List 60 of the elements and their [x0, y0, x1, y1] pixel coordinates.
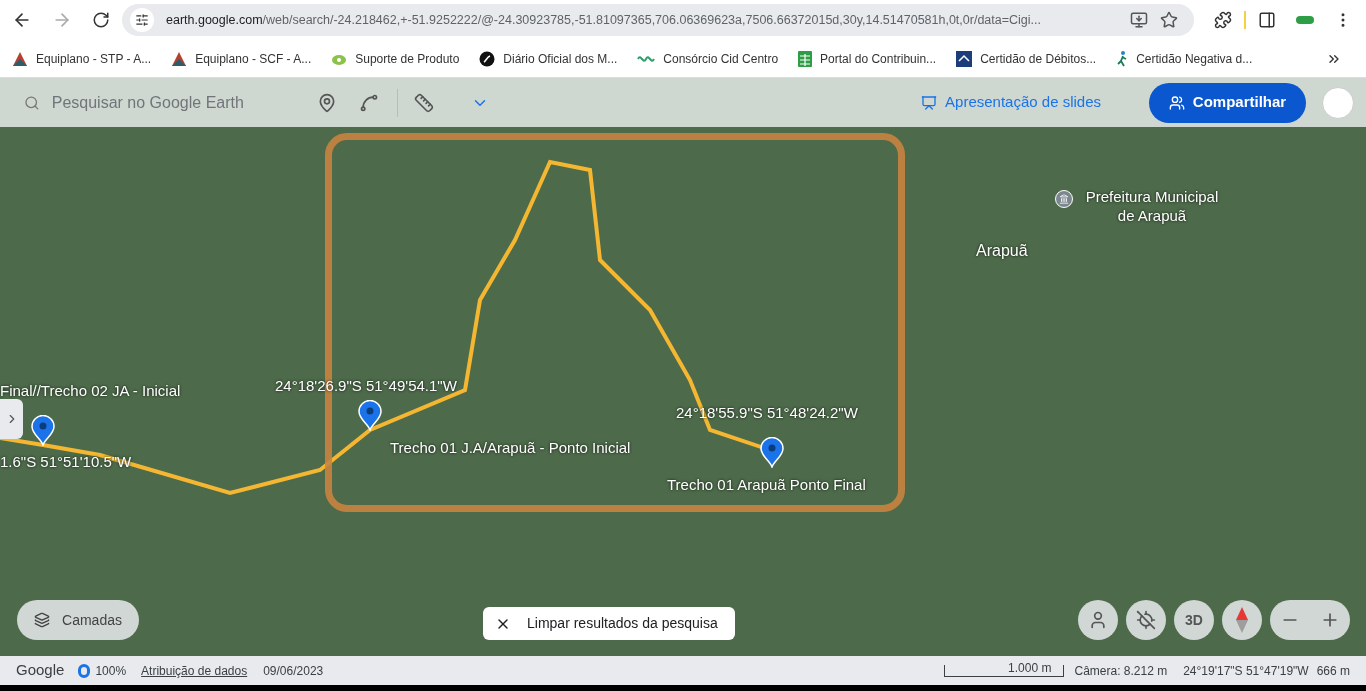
location-off-icon — [1136, 610, 1156, 630]
install-app-icon[interactable] — [1130, 11, 1148, 29]
ruler-icon[interactable] — [414, 92, 434, 113]
emblem-icon — [956, 50, 973, 67]
compass-needle-icon — [1236, 607, 1248, 633]
bookmark-star-icon[interactable] — [1160, 11, 1178, 29]
bookmark-item[interactable]: Portal do Contribuin... — [798, 49, 937, 68]
side-panel-icon[interactable] — [1258, 11, 1276, 29]
bookmark-item[interactable]: Certidão Negativa d... — [1116, 49, 1253, 68]
side-panel-toggle[interactable] — [0, 399, 23, 439]
landmark-pin-icon[interactable] — [1055, 190, 1073, 208]
runner-icon — [1116, 50, 1129, 67]
triangle-logo-icon — [12, 50, 28, 67]
triangle-logo-icon — [171, 50, 188, 67]
clear-results-button[interactable]: Limpar resultados da pesquisa — [483, 607, 735, 640]
bookmark-item[interactable]: Equiplano - SCF - A... — [171, 49, 312, 68]
search-field[interactable]: Pesquisar no Google Earth — [51, 90, 288, 115]
google-logo: Google — [16, 660, 65, 681]
bookmark-item[interactable]: Consórcio Cid Centro — [637, 49, 779, 68]
town-label: Arapuã — [976, 241, 1028, 261]
location-off-button[interactable] — [1126, 600, 1166, 640]
attribution-link[interactable]: Atribuição de dados — [141, 661, 248, 680]
loading-ring-icon — [78, 663, 91, 678]
elevation: 666 m — [1316, 662, 1350, 680]
layers-button[interactable]: Camadas — [17, 600, 139, 640]
search-icon — [24, 94, 40, 111]
extensions-icon[interactable] — [1214, 11, 1232, 29]
layers-icon — [34, 612, 51, 628]
address-bar[interactable]: earth.google.com/web/search/-24.218462,+-51.9252222/@-24.30923785,-51.81097365,706.06369623a,7506.66372015d,30y,14.51470581h,0t,0r/data=Cigi... — [122, 4, 1194, 36]
person-icon — [1088, 610, 1108, 630]
load-percent: 100% — [95, 662, 127, 680]
map-pin-icon[interactable] — [760, 437, 784, 468]
bookmark-item[interactable]: Equiplano - STP - A... — [12, 49, 152, 68]
bookmark-item[interactable]: Certidão de Débitos... — [956, 49, 1097, 68]
people-icon — [1168, 94, 1185, 111]
map-pin-icon[interactable] — [358, 400, 382, 431]
pin-label: Final//Trecho 02 JA - Inicial — [0, 381, 181, 401]
scale-bar: 1.000 m — [944, 664, 1065, 677]
place-label: Prefeitura Municipal de Arapuã — [1084, 187, 1220, 225]
slideshow-icon — [921, 94, 938, 111]
bookmark-item[interactable]: Suporte de Produto — [331, 49, 460, 68]
pin-label: Trecho 01 J.A/Arapuã - Ponto Inicial — [390, 438, 631, 458]
url-text: earth.google.com/web/search/-24.218462,+-51.9252222/@-24.30923785,-51.81097365,706.06369623a,7506.66372015d,30y,14.51470581h,0t,0r/data=Cigi... — [166, 11, 1042, 29]
compass-button[interactable] — [1222, 600, 1262, 640]
disc-logo-icon — [479, 50, 496, 67]
reload-icon[interactable] — [92, 11, 110, 29]
share-button[interactable]: Compartilhar — [1149, 82, 1306, 123]
street-view-button[interactable] — [1078, 600, 1118, 640]
satellite-map[interactable] — [0, 78, 1366, 656]
draw-path-icon[interactable] — [359, 92, 379, 113]
view-3d-button[interactable]: 3D — [1174, 600, 1214, 640]
map-pin-icon[interactable] — [31, 415, 55, 446]
site-settings-icon[interactable] — [130, 8, 154, 32]
spreadsheet-icon — [798, 50, 813, 67]
add-placemark-icon[interactable] — [317, 92, 337, 113]
cursor-coordinates: 24°19'17"S 51°47'19"W — [1183, 662, 1309, 680]
imagery-date: 09/06/2023 — [263, 662, 324, 680]
pin-label: Trecho 01 Arapuã Ponto Final — [667, 475, 866, 495]
bookmark-item[interactable]: Diário Oficial dos M... — [479, 49, 618, 68]
camera-altitude: Câmera: 8.212 m — [1074, 662, 1168, 680]
